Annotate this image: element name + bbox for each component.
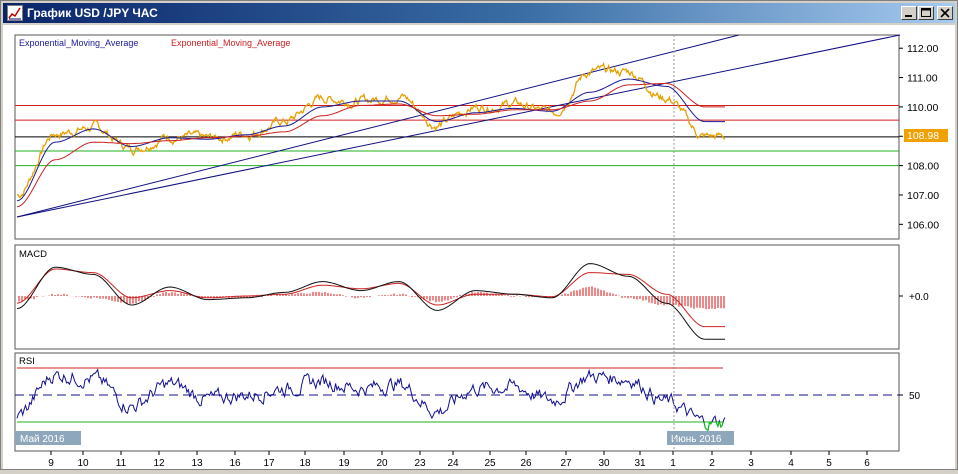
date-tick-label: 23	[414, 458, 426, 469]
legend-ema-fast: Exponential_Moving_Average	[19, 38, 138, 48]
minimize-button[interactable]	[901, 6, 917, 20]
date-badge-start-label: Май 2016	[20, 434, 65, 445]
price-tick-label: 111.00	[907, 73, 938, 85]
chart-window: График USD /JPY ЧАС 112.00 111.00 110.00…	[0, 0, 958, 470]
date-tick-label: 30	[598, 458, 610, 469]
date-tick-label: 2	[709, 458, 715, 469]
date-tick-label: 19	[338, 458, 350, 469]
chart-area[interactable]: 112.00111.00110.00109.00108.00107.00106.…	[3, 25, 955, 469]
maximize-icon	[921, 8, 931, 17]
date-badge-june-label: Июнь 2016	[671, 434, 722, 445]
date-tick-label: 10	[77, 458, 89, 469]
rsi-panel[interactable]: RSI 50	[14, 352, 921, 452]
date-tick-label: 4	[788, 458, 794, 469]
date-tick-label: 3	[748, 458, 754, 469]
price-tick-label: 110.00	[907, 102, 938, 114]
date-tick-label: 16	[229, 458, 241, 469]
date-tick-label: 24	[447, 458, 459, 469]
macd-panel[interactable]: MACD +0.0	[14, 244, 929, 350]
legend-ema-slow: Exponential_Moving_Average	[171, 38, 290, 48]
close-button[interactable]	[937, 6, 953, 20]
date-tick-label: 27	[560, 458, 572, 469]
date-tick-label: 5	[826, 458, 832, 469]
date-tick-label: 17	[263, 458, 275, 469]
title-bar[interactable]: График USD /JPY ЧАС	[3, 3, 955, 23]
current-price-label: 108.98	[907, 130, 939, 142]
date-tick-label: 13	[191, 458, 203, 469]
chart-app-icon	[7, 5, 23, 21]
date-tick-label: 1	[670, 458, 676, 469]
date-tick-label: 26	[520, 458, 532, 469]
date-tick-label: 31	[634, 458, 646, 469]
minimize-icon	[905, 15, 912, 17]
price-tick-label: 108.00	[907, 161, 939, 173]
date-tick-label: 6	[864, 458, 870, 469]
price-tick-label: 107.00	[907, 190, 939, 202]
date-tick-label: 20	[376, 458, 388, 469]
maximize-button[interactable]	[918, 6, 934, 20]
date-tick-label: 12	[153, 458, 165, 469]
macd-label: MACD	[19, 249, 47, 260]
date-tick-label: 9	[48, 458, 54, 469]
rsi-mid-tick: 50	[909, 391, 921, 402]
price-tick-label: 106.00	[907, 219, 939, 231]
price-panel[interactable]: 112.00111.00110.00109.00108.00107.00106.…	[14, 34, 948, 240]
price-tick-label: 112.00	[907, 43, 938, 55]
date-tick-label: 18	[299, 458, 311, 469]
rsi-label: RSI	[19, 356, 35, 367]
date-axis: 9 10 11 12 13 16 17 18 19 20 23 24 25 26 27 30 31 1 2 3 4 5 6	[48, 451, 870, 469]
date-tick-label: 25	[484, 458, 496, 469]
macd-zero-tick: +0.0	[909, 292, 929, 303]
date-tick-label: 11	[116, 458, 127, 469]
chart-canvas[interactable]: 112.00111.00110.00109.00108.00107.00106.…	[3, 25, 955, 469]
close-icon	[940, 8, 950, 18]
window-title: График USD /JPY ЧАС	[27, 6, 158, 20]
